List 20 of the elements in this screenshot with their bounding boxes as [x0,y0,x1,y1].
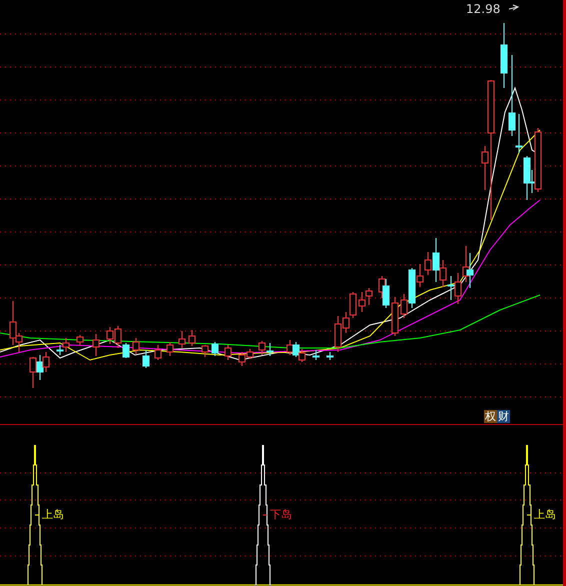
candlestick [92,334,100,356]
candlestick [392,296,398,336]
candlestick [76,334,84,346]
candlestick [202,344,208,358]
signal-label: 上岛 [534,508,556,521]
signal-label: 下岛 [270,508,292,521]
candlestick [142,350,150,368]
candlestick [224,344,232,360]
info-badge[interactable]: 财 [497,410,510,423]
info-badge[interactable]: 权 [484,410,497,423]
high-price-label: 12.98 [466,2,500,17]
candlestick [166,342,174,356]
candlestick [212,342,218,356]
candlestick [312,350,320,360]
candlestick [132,338,140,354]
signal-label: 上岛 [42,508,64,521]
leader-line [508,4,520,10]
candlestick [178,330,186,348]
candlestick [188,330,196,346]
candlestick [154,344,162,360]
